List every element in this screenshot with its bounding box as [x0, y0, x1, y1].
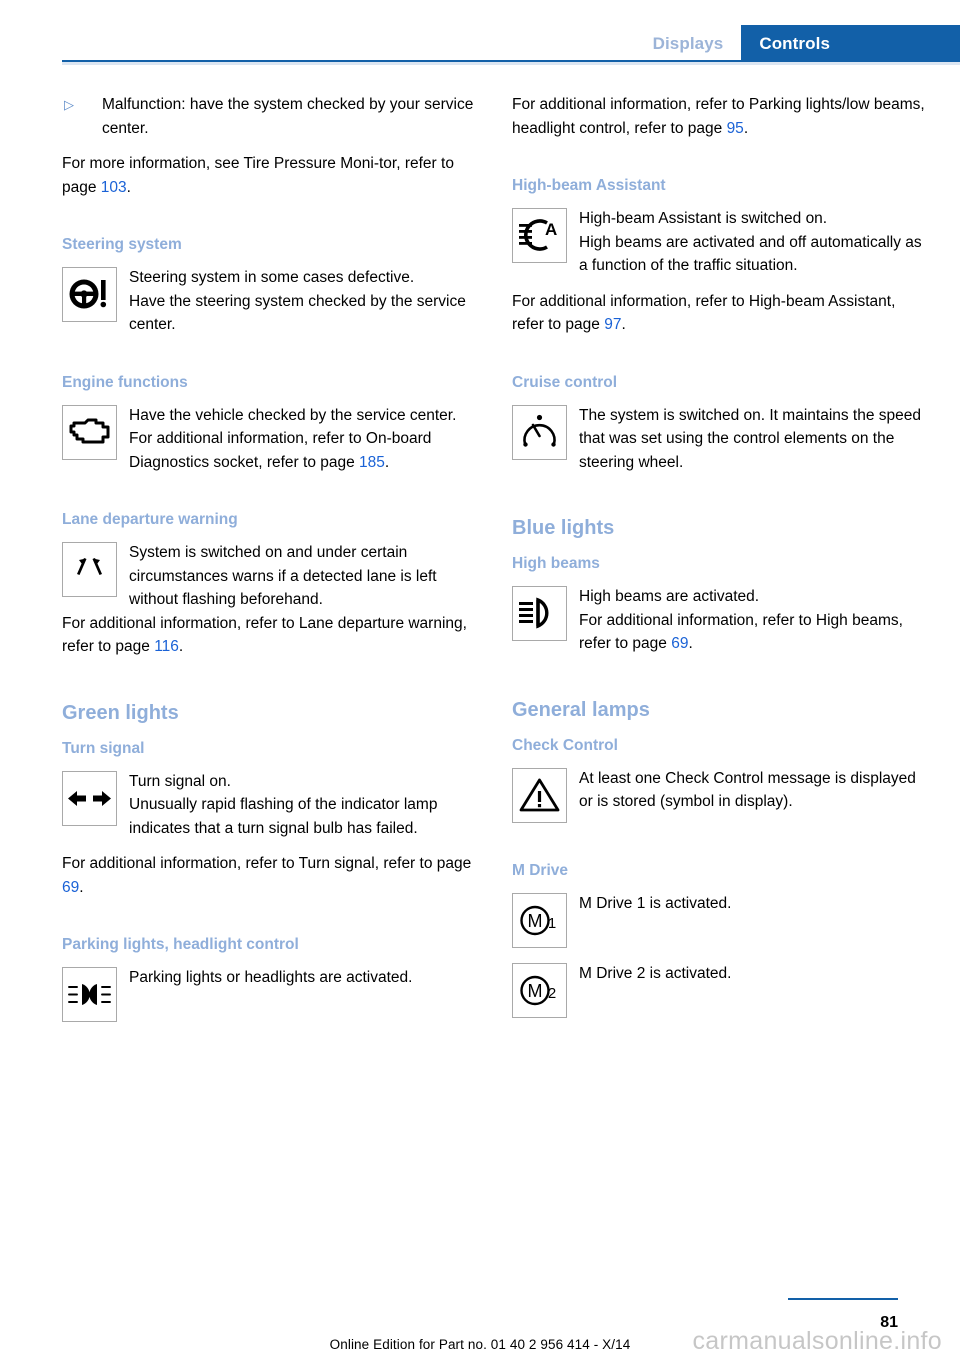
heading-cruise-control: Cruise control	[512, 373, 618, 391]
heading-check-control: Check Control	[512, 736, 618, 754]
tpms-reference-paragraph: For more information, see Tire Pressure …	[62, 152, 480, 199]
check-control-text-1: At least one Check Control message is di…	[579, 769, 916, 811]
tab-controls[interactable]: Controls	[741, 25, 960, 62]
symbol-block-high-beam-assistant: A High-beam Assistant is switched on. Hi…	[512, 207, 930, 278]
cruise-control-text-1: The system is switched on. It maintains …	[579, 406, 922, 471]
heading-lane-departure-warning: Lane departure warning	[62, 511, 238, 528]
heading-high-beams: High beams	[512, 555, 600, 572]
engine-check-icon	[62, 404, 117, 460]
lane-departure-warning-icon	[62, 542, 117, 597]
heading-general-lamps: General lamps	[512, 698, 650, 721]
page-footer: 81 Online Edition for Part no. 01 40 2 9…	[0, 1252, 960, 1362]
high-beam-assistant-icon: A	[512, 208, 567, 263]
tab-displays[interactable]: Displays	[634, 25, 742, 62]
engine-text-2: For additional information, refer to On-…	[62, 427, 480, 474]
turn-signal-arrows-icon	[62, 770, 117, 826]
page-link-185[interactable]: 185	[359, 454, 385, 471]
hb-ref-after: .	[688, 635, 693, 652]
m-drive-2-text: M Drive 2 is activated.	[579, 964, 732, 982]
m-drive-1-icon: M 1	[512, 892, 567, 948]
heading-m-drive: M Drive	[512, 861, 568, 879]
steering-text-1: Steering system in some cases defective.	[129, 269, 415, 286]
parking-lights-text-1: Parking lights or headlights are activat…	[129, 969, 413, 986]
page-link-95[interactable]: 95	[727, 120, 744, 137]
page-body: ▷ Malfunction: have the system checked b…	[62, 93, 960, 1243]
header-divider-light	[62, 62, 960, 65]
heading-green-lights: Green lights	[62, 701, 179, 724]
steering-text-2: Have the steering system checked by the …	[129, 292, 466, 334]
symbol-block-parking-lights: Parking lights or headlights are activat…	[62, 966, 480, 1024]
lane-departure-text-1: System is switched on and under certain …	[129, 544, 437, 608]
turn-ref-after: .	[79, 878, 84, 896]
high-beams-text-2: For additional information, refer to Hig…	[512, 609, 930, 656]
m-drive-1-text: M Drive 1 is activated.	[579, 894, 732, 912]
cruise-control-icon	[512, 404, 567, 460]
hb-ref-before: For additional information, refer to Hig…	[579, 611, 903, 653]
m-drive-2-icon: M 2	[512, 962, 567, 1018]
high-beam-assistant-text-1: High-beam Assistant is switched on.	[579, 210, 828, 227]
bullet-malfunction: ▷ Malfunction: have the system checked b…	[62, 93, 480, 140]
symbol-block-m-drive-2: M 2 M Drive 2 is activated.	[512, 962, 930, 1020]
tpms-ref-after: .	[126, 178, 131, 196]
page-header: Displays Controls	[0, 0, 960, 65]
heading-blue-lights: Blue lights	[512, 517, 615, 539]
engine-ref-after: .	[384, 453, 390, 471]
turn-ref-before: For additional information, refer to Tur…	[62, 855, 472, 872]
parking-ref-before: For additional information, refer to Par…	[512, 96, 925, 137]
svg-text:A: A	[545, 220, 557, 239]
hba-ref-after: .	[621, 316, 626, 333]
parking-ref-after: .	[743, 119, 749, 137]
page-link-97[interactable]: 97	[604, 316, 621, 333]
parking-lights-icon	[62, 967, 117, 1022]
high-beam-assistant-text-2: High beams are activated and off automat…	[579, 233, 922, 275]
bullet-marker-icon: ▷	[64, 97, 74, 112]
header-tabs: Displays Controls	[634, 25, 960, 62]
heading-high-beam-assistant: High-beam Assistant	[512, 177, 666, 194]
symbol-block-high-beams: High beams are activated. For additional…	[512, 585, 930, 656]
parking-reference-paragraph: For additional information, refer to Par…	[512, 93, 930, 140]
lane-ref-after: .	[178, 638, 184, 655]
engine-text-1: Have the vehicle checked by the service …	[129, 406, 457, 424]
symbol-block-cruise-control: The system is switched on. It maintains …	[512, 404, 930, 475]
lane-departure-text-2: For additional information, refer to Lan…	[62, 612, 480, 659]
high-beams-text-1: High beams are activated.	[579, 588, 760, 605]
heading-parking-lights-headlight-control: Parking lights, headlight control	[62, 936, 299, 953]
heading-steering-system: Steering system	[62, 236, 182, 253]
high-beams-icon	[512, 586, 567, 641]
steering-wheel-warning-icon	[62, 267, 117, 322]
page-link-103[interactable]: 103	[101, 179, 127, 196]
symbol-block-lane-departure: System is switched on and under certain …	[62, 541, 480, 659]
symbol-block-check-control: At least one Check Control message is di…	[512, 767, 930, 825]
heading-turn-signal: Turn signal	[62, 739, 145, 757]
warning-triangle-icon	[512, 767, 567, 823]
page-link-69-left[interactable]: 69	[62, 879, 79, 896]
page-link-116[interactable]: 116	[154, 638, 179, 655]
heading-engine-functions: Engine functions	[62, 373, 188, 391]
turn-signal-text-2: Unusually rapid flashing of the indicato…	[129, 796, 438, 837]
footer-divider	[788, 1297, 898, 1300]
right-column: For additional information, refer to Par…	[512, 93, 930, 1032]
svg-text:2: 2	[548, 985, 556, 1002]
hba-ref-before: For additional information, refer to Hig…	[512, 292, 896, 334]
svg-text:M: M	[528, 981, 543, 1001]
symbol-block-engine: Have the vehicle checked by the service …	[62, 404, 480, 475]
page-link-69-right[interactable]: 69	[671, 635, 688, 652]
watermark-text: carmanualsonline.info	[692, 1327, 942, 1355]
symbol-block-steering: Steering system in some cases defective.…	[62, 266, 480, 337]
svg-text:1: 1	[548, 915, 556, 932]
left-column: ▷ Malfunction: have the system checked b…	[62, 93, 480, 1036]
svg-text:M: M	[528, 911, 543, 931]
turn-signal-reference: For additional information, refer to Tur…	[62, 852, 480, 899]
symbol-block-m-drive-1: M 1 M Drive 1 is activated.	[512, 892, 930, 950]
high-beam-assistant-reference: For additional information, refer to Hig…	[512, 290, 930, 337]
lane-ref-before: For additional information, refer to Lan…	[62, 614, 467, 656]
symbol-block-turn-signal: Turn signal on. Unusually rapid flashing…	[62, 770, 480, 841]
turn-signal-text-1: Turn signal on.	[129, 772, 231, 790]
bullet-malfunction-text: Malfunction: have the system checked by …	[102, 96, 474, 137]
